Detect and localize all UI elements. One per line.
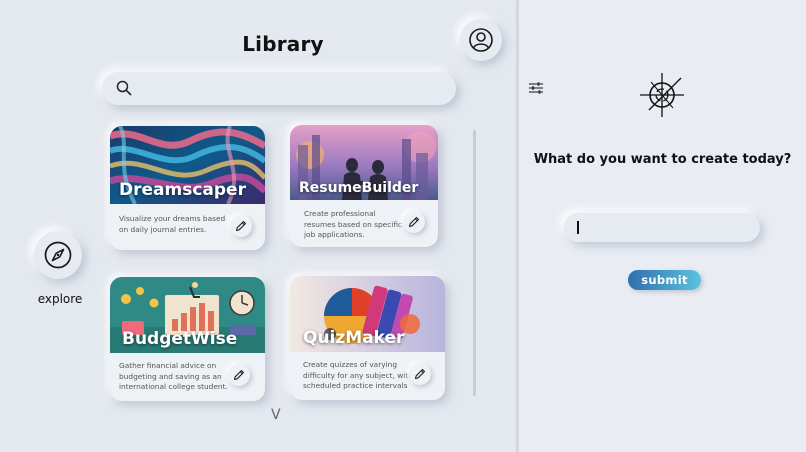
search-icon bbox=[116, 80, 132, 96]
card-image: Dreamscaper bbox=[110, 126, 265, 204]
card-image: QuizMaker bbox=[290, 276, 445, 352]
card-description: Visualize your dreams based on daily jou… bbox=[119, 214, 226, 234]
library-scrollbar[interactable] bbox=[473, 130, 476, 396]
search-bar bbox=[102, 72, 543, 105]
app-card-quizmaker[interactable]: QuizMaker Create quizzes of varying diff… bbox=[290, 276, 445, 400]
card-title: BudgetWise bbox=[122, 329, 238, 349]
pencil-icon bbox=[408, 216, 420, 228]
crosshair-logo-icon bbox=[640, 73, 684, 117]
pencil-icon bbox=[414, 368, 426, 380]
pencil-icon bbox=[233, 369, 245, 381]
pencil-icon bbox=[235, 220, 247, 232]
card-image: ResumeBuilder bbox=[290, 125, 438, 200]
card-image: BudgetWise bbox=[110, 277, 265, 353]
explore-button[interactable] bbox=[34, 231, 82, 279]
explore-label[interactable]: explore bbox=[22, 292, 98, 306]
user-icon bbox=[469, 28, 493, 52]
app-card-dreamscaper[interactable]: Dreamscaper Visualize your dreams based … bbox=[110, 126, 265, 250]
app-card-resumebuilder[interactable]: ResumeBuilder Create professional resume… bbox=[290, 125, 438, 247]
text-caret bbox=[577, 221, 579, 234]
scroll-down-chevron[interactable]: V bbox=[271, 407, 281, 423]
edit-button[interactable] bbox=[409, 363, 431, 385]
create-prompt-input[interactable] bbox=[576, 218, 748, 237]
card-title: ResumeBuilder bbox=[299, 180, 419, 196]
card-description: Create professional resumes based on spe… bbox=[304, 209, 403, 239]
card-title: QuizMaker bbox=[303, 328, 405, 348]
edit-button[interactable] bbox=[230, 215, 252, 237]
card-title: Dreamscaper bbox=[119, 180, 246, 200]
create-heading: What do you want to create today? bbox=[533, 152, 792, 167]
card-description: Gather financial advice on budgeting and… bbox=[119, 361, 228, 391]
search-input[interactable] bbox=[142, 78, 412, 99]
app-card-budgetwise[interactable]: BudgetWise Gather financial advice on bu… bbox=[110, 277, 265, 401]
create-input-wrapper bbox=[564, 213, 760, 242]
compass-icon bbox=[44, 241, 72, 269]
submit-button[interactable]: submit bbox=[628, 270, 701, 290]
edit-button[interactable] bbox=[403, 211, 425, 233]
edit-button[interactable] bbox=[228, 364, 250, 386]
card-description: Create quizzes of varying difficulty for… bbox=[303, 360, 413, 390]
profile-button[interactable] bbox=[460, 19, 502, 61]
sliders-icon[interactable] bbox=[529, 82, 543, 94]
